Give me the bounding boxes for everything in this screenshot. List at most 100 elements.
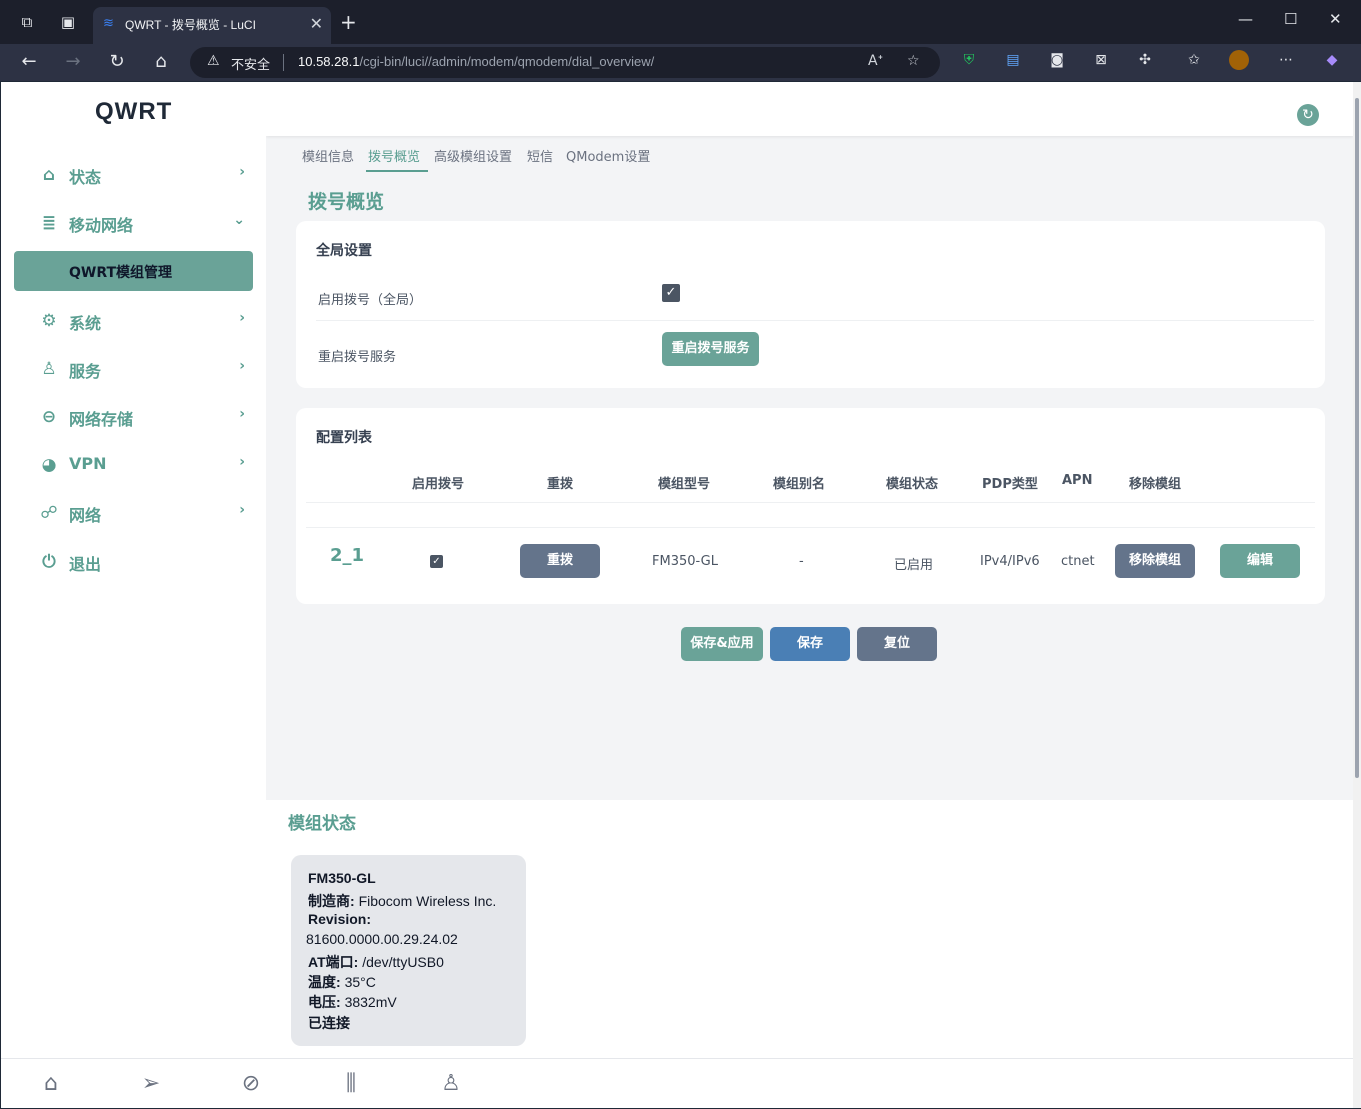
save-apply-button[interactable]: 保存&应用	[681, 627, 763, 661]
chevron-right-icon: ›	[239, 164, 245, 180]
send-icon[interactable]: ➢	[138, 1071, 164, 1097]
storage-icon: ⊖	[41, 407, 57, 427]
sidebar-item-services[interactable]: ♙ 服务 ›	[39, 354, 249, 384]
copilot-icon[interactable]: ◆	[1322, 50, 1342, 70]
row-pdp: IPv4/IPv6	[980, 554, 1040, 569]
power-icon: ⏻	[42, 552, 56, 572]
save-button[interactable]: 保存	[770, 627, 850, 661]
home-icon: ⌂	[42, 165, 56, 185]
sidebar-item-label: 状态	[69, 168, 102, 187]
voltage-value: 3832mV	[344, 994, 397, 1010]
forward-icon[interactable]: →	[61, 50, 85, 74]
sidebar-subitem-qwrt-modem[interactable]: QWRT模组管理	[14, 251, 253, 291]
at-port-label: AT端口:	[308, 954, 359, 970]
scrollbar-thumb[interactable]	[1355, 98, 1359, 778]
status-model: FM350-GL	[308, 870, 376, 886]
global-settings-card: 全局设置 启用拨号（全局） ✓ 重启拨号服务 重启拨号服务	[296, 221, 1325, 388]
compass-icon[interactable]: ⊘	[238, 1071, 264, 1097]
sidebar-item-label: 移动网络	[69, 216, 134, 235]
browser-tab[interactable]: ≋ QWRT - 拨号概览 - LuCI ✕	[93, 7, 331, 44]
minimize-icon[interactable]: —	[1238, 10, 1253, 28]
url-path: /cgi-bin/luci//admin/modem/qmodem/dial_o…	[359, 54, 655, 69]
extensions-icon[interactable]: ✣	[1135, 50, 1155, 70]
read-aloud-icon[interactable]: Aᐩ	[868, 53, 883, 69]
voltage-label: 电压:	[308, 994, 341, 1010]
chevron-right-icon: ›	[239, 406, 245, 422]
more-menu-icon[interactable]: ⋯	[1276, 50, 1296, 70]
window-close-icon[interactable]: ✕	[1329, 10, 1342, 28]
address-input[interactable]: ⚠ 不安全 10.58.28.1/cgi-bin/luci//admin/mod…	[190, 47, 940, 78]
edit-button[interactable]: 编辑	[1220, 544, 1300, 578]
status-revision-value: 81600.0000.00.29.24.02	[306, 931, 458, 947]
restart-dial-label: 重启拨号服务	[318, 350, 397, 365]
profile-avatar[interactable]	[1229, 50, 1249, 70]
restart-dial-button[interactable]: 重启拨号服务	[662, 332, 759, 366]
home-icon[interactable]: ⌂	[149, 50, 173, 74]
shield-extension-icon[interactable]: ⛨	[959, 50, 979, 70]
sidebar-subitem-label: QWRT模组管理	[69, 265, 173, 281]
header-pdp: PDP类型	[982, 477, 1038, 492]
remove-modem-button[interactable]: 移除模组	[1115, 544, 1195, 578]
row-enable-checkbox[interactable]: ✓	[430, 555, 443, 568]
sidebar-item-label: 网络	[69, 506, 102, 525]
insecure-label: 不安全	[231, 58, 271, 73]
tab-advanced-settings[interactable]: 高级模组设置	[434, 146, 512, 165]
header-remove: 移除模组	[1129, 477, 1182, 492]
sidebar-item-network[interactable]: ☍ 网络 ›	[39, 498, 249, 528]
home-icon[interactable]: ⌂	[38, 1071, 64, 1097]
wifi-favicon-icon: ≋	[103, 16, 114, 31]
chevron-right-icon: ›	[239, 454, 245, 470]
chevron-right-icon: ›	[239, 310, 245, 326]
header-enable-dial: 启用拨号	[412, 477, 465, 492]
sidebar-item-status[interactable]: ⌂ 状态 ›	[39, 160, 249, 190]
back-icon[interactable]: ←	[17, 50, 41, 74]
status-connected: 已连接	[308, 1013, 350, 1033]
favorites-icon[interactable]: ✩	[1184, 50, 1204, 70]
globe-icon: ◕	[41, 455, 57, 475]
manufacturer-value: Fibocom Wireless Inc.	[358, 893, 497, 909]
bar-chart-icon[interactable]: ⫼	[338, 1071, 364, 1097]
sidebar-item-label: 退出	[69, 555, 102, 574]
redial-button[interactable]: 重拨	[520, 544, 600, 578]
tab-qmodem-settings[interactable]: QModem设置	[566, 146, 650, 165]
row-alias: -	[799, 554, 804, 569]
workspaces-icon[interactable]: ⧉	[17, 12, 37, 32]
sidebar-item-system[interactable]: ⚙ 系统 ›	[39, 306, 249, 336]
new-tab-icon[interactable]: +	[340, 10, 357, 34]
chevron-right-icon: ›	[239, 358, 245, 374]
tab-sms[interactable]: 短信	[527, 146, 553, 165]
close-tab-icon[interactable]: ✕	[310, 14, 323, 33]
sidebar: QWRT ⌂ 状态 › ≣ 移动网络 ⌄ QWRT模组管理 ⚙ 系统 › ♙ 服…	[1, 82, 266, 1062]
sidebar-item-label: 服务	[69, 362, 102, 381]
url-host: 10.58.28.1	[298, 54, 360, 69]
url-text: 10.58.28.1/cgi-bin/luci//admin/modem/qmo…	[298, 54, 654, 69]
glasses-extension-icon[interactable]: ◙	[1047, 50, 1067, 70]
tab-modem-info[interactable]: 模组信息	[302, 146, 354, 165]
browser-tab-bar: ⧉ ▣ ≋ QWRT - 拨号概览 - LuCI ✕ + — ☐ ✕	[0, 0, 1361, 44]
sidebar-item-mobile-network[interactable]: ≣ 移动网络 ⌄	[39, 208, 249, 238]
translate-extension-icon[interactable]: ▤	[1003, 50, 1023, 70]
tab-actions-icon[interactable]: ▣	[58, 12, 78, 32]
favorite-star-icon[interactable]: ☆	[907, 53, 920, 69]
reload-icon[interactable]: ↻	[105, 50, 129, 74]
status-voltage: 电压: 3832mV	[308, 992, 397, 1012]
sidebar-item-vpn[interactable]: ◕ VPN ›	[39, 450, 249, 480]
header-apn: APN	[1062, 473, 1093, 488]
page-viewport: QWRT ⌂ 状态 › ≣ 移动网络 ⌄ QWRT模组管理 ⚙ 系统 › ♙ 服…	[1, 82, 1353, 1108]
user-icon[interactable]: ♙	[438, 1071, 464, 1097]
reset-button[interactable]: 复位	[857, 627, 937, 661]
sidebar-item-storage[interactable]: ⊖ 网络存储 ›	[39, 402, 249, 432]
tab-dial-overview[interactable]: 拨号概览	[368, 146, 420, 165]
cross-extension-icon[interactable]: ⊠	[1091, 50, 1111, 70]
maximize-icon[interactable]: ☐	[1284, 10, 1297, 28]
row-apn: ctnet	[1061, 554, 1095, 569]
sidebar-item-logout[interactable]: ⏻ 退出	[39, 547, 249, 577]
manufacturer-label: 制造商:	[308, 893, 355, 909]
row-id: 2_1	[330, 545, 365, 566]
chevron-right-icon: ›	[239, 502, 245, 518]
page-scrollbar[interactable]	[1353, 82, 1361, 1108]
refresh-icon[interactable]: ↻	[1297, 104, 1319, 126]
config-list-card: 配置列表 启用拨号 重拨 模组型号 模组别名 模组状态 PDP类型 APN 移除…	[296, 408, 1325, 604]
active-tab-underline	[366, 170, 428, 172]
enable-dial-checkbox[interactable]: ✓	[662, 284, 680, 302]
